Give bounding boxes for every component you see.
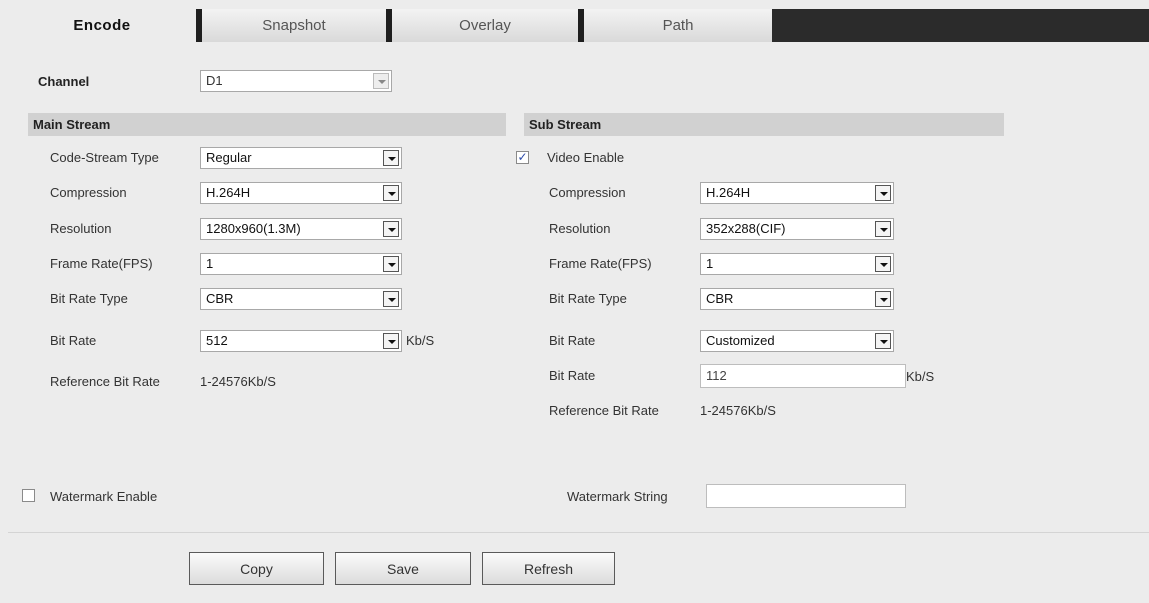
main-resolution-select[interactable]: 1280x960(1.3M): [200, 218, 402, 240]
sub-reference-label: Reference Bit Rate: [549, 403, 659, 418]
chevron-down-icon: [875, 185, 891, 201]
sub-bit-rate-type-label: Bit Rate Type: [549, 291, 627, 306]
main-frame-rate-label: Frame Rate(FPS): [50, 256, 153, 271]
channel-select[interactable]: D1: [200, 70, 392, 92]
main-stream-header: Main Stream: [28, 113, 506, 136]
sub-custom-bit-rate-input[interactable]: 112: [700, 364, 906, 388]
main-compression-label: Compression: [50, 185, 127, 200]
copy-button[interactable]: Copy: [189, 552, 324, 585]
watermark-string-label: Watermark String: [567, 489, 668, 504]
watermark-enable-checkbox[interactable]: [22, 489, 35, 502]
chevron-down-icon: [383, 185, 399, 201]
watermark-string-input[interactable]: [706, 484, 906, 508]
main-bit-rate-value: 512: [206, 333, 228, 348]
code-stream-type-select[interactable]: Regular: [200, 147, 402, 169]
chevron-down-icon: [373, 73, 389, 89]
chevron-down-icon: [383, 256, 399, 272]
main-reference-value: 1-24576Kb/S: [200, 374, 276, 389]
code-stream-type-value: Regular: [206, 150, 252, 165]
sub-bit-rate-type-select[interactable]: CBR: [700, 288, 894, 310]
sub-custom-bit-rate-label: Bit Rate: [549, 368, 596, 383]
tab-overlay[interactable]: Overlay: [386, 9, 578, 42]
watermark-enable-label: Watermark Enable: [50, 489, 158, 504]
sub-stream-header: Sub Stream: [524, 113, 1004, 136]
sub-frame-rate-select[interactable]: 1: [700, 253, 894, 275]
chevron-down-icon: [875, 256, 891, 272]
sub-compression-value: H.264H: [706, 185, 751, 200]
chevron-down-icon: [383, 150, 399, 166]
sub-frame-rate-value: 1: [706, 256, 714, 271]
chevron-down-icon: [875, 221, 891, 237]
sub-compression-label: Compression: [549, 185, 626, 200]
main-bit-rate-type-select[interactable]: CBR: [200, 288, 402, 310]
sub-frame-rate-label: Frame Rate(FPS): [549, 256, 652, 271]
tab-snapshot[interactable]: Snapshot: [196, 9, 386, 42]
sub-bit-rate-value: Customized: [706, 333, 775, 348]
tab-encode[interactable]: Encode: [8, 9, 196, 42]
main-bit-rate-type-value: CBR: [206, 291, 234, 306]
sub-bit-rate-label: Bit Rate: [549, 333, 596, 348]
chevron-down-icon: [383, 221, 399, 237]
sub-compression-select[interactable]: H.264H: [700, 182, 894, 204]
chevron-down-icon: [875, 333, 891, 349]
main-bit-rate-unit: Kb/S: [406, 333, 435, 348]
code-stream-type-label: Code-Stream Type: [50, 150, 159, 165]
main-bit-rate-type-label: Bit Rate Type: [50, 291, 128, 306]
channel-label: Channel: [38, 74, 90, 89]
main-frame-rate-value: 1: [206, 256, 214, 271]
save-button[interactable]: Save: [335, 552, 471, 585]
main-compression-value: H.264H: [206, 185, 251, 200]
video-enable-label: Video Enable: [547, 150, 625, 165]
main-bit-rate-label: Bit Rate: [50, 333, 97, 348]
main-bit-rate-select[interactable]: 512: [200, 330, 402, 352]
tab-path[interactable]: Path: [578, 9, 772, 42]
main-resolution-label: Resolution: [50, 221, 112, 236]
sub-resolution-value: 352x288(CIF): [706, 221, 786, 236]
chevron-down-icon: [875, 291, 891, 307]
refresh-button[interactable]: Refresh: [482, 552, 615, 585]
main-compression-select[interactable]: H.264H: [200, 182, 402, 204]
main-reference-label: Reference Bit Rate: [50, 374, 160, 389]
sub-custom-bit-rate-unit: Kb/S: [906, 369, 935, 384]
main-resolution-value: 1280x960(1.3M): [206, 221, 301, 236]
sub-reference-value: 1-24576Kb/S: [700, 403, 776, 418]
sub-bit-rate-type-value: CBR: [706, 291, 734, 306]
video-enable-checkbox[interactable]: ✓: [516, 151, 529, 164]
channel-value: D1: [206, 73, 223, 88]
footer-divider: [8, 532, 1149, 533]
main-frame-rate-select[interactable]: 1: [200, 253, 402, 275]
sub-resolution-label: Resolution: [549, 221, 611, 236]
sub-resolution-select[interactable]: 352x288(CIF): [700, 218, 894, 240]
sub-bit-rate-select[interactable]: Customized: [700, 330, 894, 352]
chevron-down-icon: [383, 291, 399, 307]
chevron-down-icon: [383, 333, 399, 349]
